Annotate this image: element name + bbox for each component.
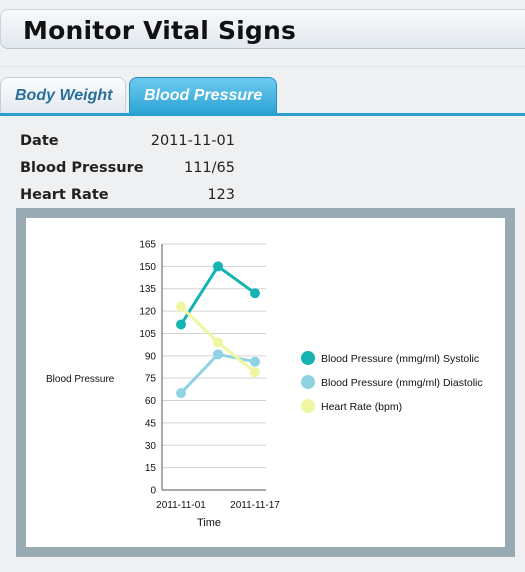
y-tick-45: 45 xyxy=(145,418,157,429)
legend-label-0: Blood Pressure (mmg/ml) Systolic xyxy=(321,353,479,365)
legend-label-2: Heart Rate (bpm) xyxy=(321,401,402,413)
y-tick-90: 90 xyxy=(145,351,157,362)
y-tick-60: 60 xyxy=(145,396,157,407)
y-tick-150: 150 xyxy=(139,262,156,273)
y-tick-165: 165 xyxy=(139,240,156,251)
series-0-point-0 xyxy=(176,319,186,330)
y-tick-30: 30 xyxy=(145,441,157,452)
x-tick-labels: 2011-11-01 2011-11-17 xyxy=(156,500,280,511)
blood-pressure-value: 111/65 xyxy=(183,160,235,176)
page-header: Monitor Vital Signs xyxy=(0,9,525,49)
series-lines xyxy=(179,264,256,395)
y-tick-labels: 0 15 30 45 60 75 90 105 120 135 150 165 xyxy=(139,240,156,497)
series-1-point-1 xyxy=(213,349,223,360)
header-divider xyxy=(0,66,525,67)
page-title: Monitor Vital Signs xyxy=(23,16,297,45)
y-axis-label: Blood Pressure xyxy=(46,374,115,385)
tab-blood-pressure[interactable]: Blood Pressure xyxy=(129,77,277,113)
series-2-point-1 xyxy=(213,337,223,348)
y-tick-75: 75 xyxy=(145,374,157,385)
date-value: 2011-11-01 xyxy=(150,133,235,149)
series-2-point-2 xyxy=(250,367,260,378)
y-tick-15: 15 xyxy=(145,463,157,474)
y-tick-0: 0 xyxy=(150,486,156,497)
legend-marker-0 xyxy=(301,351,315,365)
legend-marker-2 xyxy=(301,399,315,413)
x-tick-1: 2011-11-17 xyxy=(230,500,280,511)
series-points xyxy=(176,261,260,399)
series-1-point-0 xyxy=(176,388,186,399)
legend-marker-1 xyxy=(301,375,315,389)
tab-body-weight[interactable]: Body Weight xyxy=(0,77,126,113)
blood-pressure-chart: Blood Pressure Time 0 15 30 45 60 75 90 105 120 1… xyxy=(46,240,483,530)
y-tick-135: 135 xyxy=(139,284,156,295)
x-axis-label: Time xyxy=(197,517,221,529)
y-tick-120: 120 xyxy=(139,307,156,318)
y-tick-105: 105 xyxy=(139,329,156,340)
heart-rate-value: 123 xyxy=(207,187,235,203)
series-line-1 xyxy=(179,352,256,395)
series-0-point-1 xyxy=(213,261,223,272)
chart-legend: Blood Pressure (mmg/ml) Systolic Blood Pr… xyxy=(301,351,483,413)
x-tick-0: 2011-11-01 xyxy=(156,500,206,511)
chart-frame: Blood Pressure Time 0 15 30 45 60 75 90 105 120 1… xyxy=(16,208,515,557)
chart-panel: Blood Pressure Time 0 15 30 45 60 75 90 105 120 1… xyxy=(26,218,505,547)
series-1-point-2 xyxy=(250,356,260,367)
series-2-point-0 xyxy=(176,301,186,312)
legend-label-1: Blood Pressure (mmg/ml) Diastolic xyxy=(321,377,483,389)
series-0-point-2 xyxy=(250,288,260,299)
